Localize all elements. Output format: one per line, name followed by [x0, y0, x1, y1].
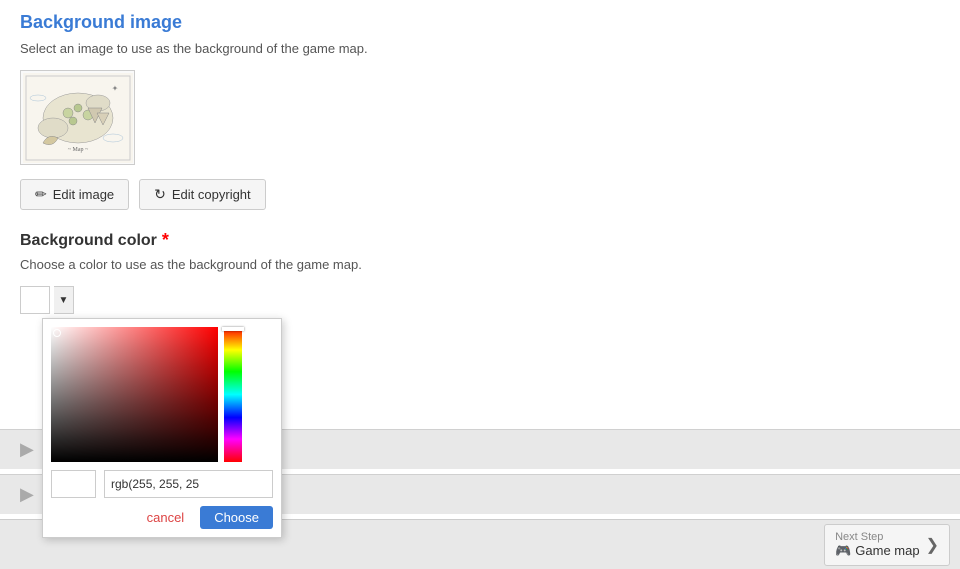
- rgb-input[interactable]: [104, 470, 273, 498]
- next-step-content: Next Step 🎮 Game map: [835, 531, 920, 559]
- edit-copyright-button[interactable]: ↻ Edit copyright: [139, 179, 266, 210]
- image-preview: ~ Map ~ ✦: [20, 70, 135, 165]
- edit-icon: ✏: [35, 186, 47, 203]
- chevron-right-icon: ❯: [926, 535, 939, 555]
- hue-strip[interactable]: [224, 327, 242, 462]
- color-swatch[interactable]: [20, 286, 50, 314]
- bg-color-description: Choose a color to use as the background …: [20, 257, 940, 272]
- main-content: Background image Select an image to use …: [0, 0, 960, 348]
- next-step-label: Next Step: [835, 531, 883, 543]
- background-color-section: Background color * Choose a color to use…: [20, 230, 940, 314]
- map-image: ~ Map ~ ✦: [23, 73, 133, 163]
- color-picker-popup: cancel Choose: [42, 318, 282, 538]
- page-wrapper: Background image Select an image to use …: [0, 0, 960, 569]
- bg-color-title: Background color *: [20, 230, 940, 251]
- edit-image-label: Edit image: [53, 187, 114, 202]
- edit-copyright-label: Edit copyright: [172, 187, 251, 202]
- background-image-section: Background image Select an image to use …: [20, 12, 940, 210]
- required-indicator: *: [162, 230, 169, 251]
- expand-arrow-1[interactable]: ▶: [20, 439, 34, 460]
- next-step-game-name: Game map: [855, 543, 919, 558]
- expand-arrow-2[interactable]: ▶: [20, 484, 34, 505]
- gradient-canvas[interactable]: [51, 327, 218, 462]
- next-step-name: 🎮 Game map: [835, 543, 920, 559]
- picker-actions: cancel Choose: [51, 506, 273, 529]
- choose-button[interactable]: Choose: [200, 506, 273, 529]
- color-picker-row: ▼: [20, 286, 940, 314]
- gamepad-icon: 🎮: [835, 543, 851, 559]
- color-dropdown-arrow[interactable]: ▼: [54, 286, 74, 314]
- svg-text:~ Map ~: ~ Map ~: [67, 147, 88, 153]
- picker-bottom: [51, 470, 273, 498]
- bg-color-title-text: Background color: [20, 232, 157, 250]
- button-row: ✏ Edit image ↻ Edit copyright: [20, 179, 940, 210]
- edit-image-button[interactable]: ✏ Edit image: [20, 179, 129, 210]
- svg-text:✦: ✦: [111, 84, 118, 93]
- section-description: Select an image to use as the background…: [20, 41, 940, 56]
- gradient-handle: [53, 329, 61, 337]
- cancel-button[interactable]: cancel: [139, 506, 193, 529]
- hue-handle: [222, 327, 244, 331]
- copyright-icon: ↻: [154, 186, 166, 203]
- next-step-button[interactable]: Next Step 🎮 Game map ❯: [824, 524, 950, 566]
- picker-color-display: [51, 470, 96, 498]
- section-title: Background image: [20, 12, 940, 33]
- picker-gradient-area[interactable]: [51, 327, 218, 462]
